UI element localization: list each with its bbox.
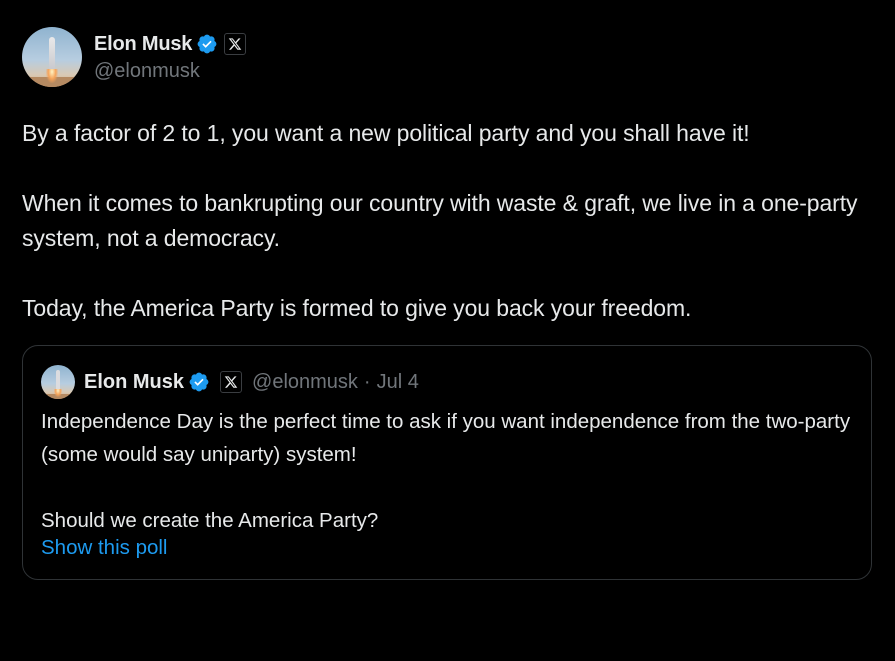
tweet-header: Elon Musk @elonmusk — [22, 26, 872, 88]
display-name[interactable]: Elon Musk — [94, 33, 192, 56]
rocket-icon — [49, 37, 55, 71]
quoted-x-logo-icon[interactable] — [220, 371, 243, 393]
quoted-display-name[interactable]: Elon Musk — [84, 371, 184, 394]
quoted-tweet-header: Elon Musk @elonmusk · Jul 4 — [41, 365, 419, 399]
quoted-tweet-card[interactable]: Elon Musk @elonmusk · Jul 4 Independence… — [22, 345, 872, 580]
separator-dot: · — [363, 370, 371, 393]
quoted-date[interactable]: Jul 4 — [377, 371, 419, 394]
tweet-body: By a factor of 2 to 1, you want a new po… — [22, 120, 858, 321]
verified-badge-icon[interactable] — [196, 33, 218, 55]
quoted-verified-badge-icon[interactable] — [188, 371, 210, 393]
quoted-handle[interactable]: @elonmusk — [252, 371, 358, 394]
handle[interactable]: @elonmusk — [94, 58, 246, 84]
rocket-flame — [46, 69, 58, 83]
quoted-tweet-body: Independence Day is the perfect time to … — [41, 410, 851, 532]
quoted-avatar[interactable] — [41, 365, 75, 399]
show-poll-link[interactable]: Show this poll — [41, 531, 167, 564]
x-logo-icon[interactable] — [224, 33, 247, 55]
avatar[interactable] — [22, 27, 82, 87]
x-logo-glyph — [228, 38, 242, 50]
tweet: Elon Musk @elonmusk By a factor of 2 to … — [22, 26, 872, 326]
quoted-rocket-icon — [56, 370, 60, 390]
quoted-rocket-flame — [54, 389, 62, 397]
author-block: Elon Musk @elonmusk — [94, 30, 247, 84]
name-row: Elon Musk — [94, 30, 247, 58]
quoted-x-logo-glyph — [224, 376, 238, 388]
